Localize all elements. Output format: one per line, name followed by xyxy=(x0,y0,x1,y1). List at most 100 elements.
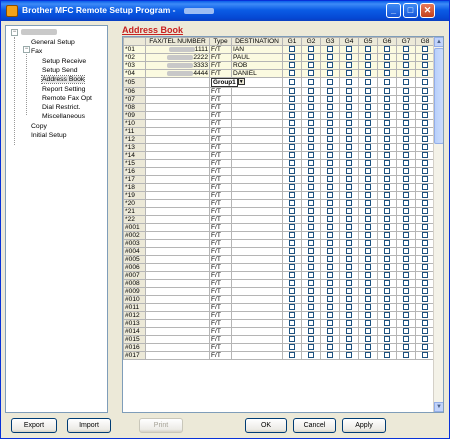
group-checkbox[interactable] xyxy=(384,240,390,247)
group-checkbox[interactable] xyxy=(365,128,371,135)
tree-item-copy[interactable]: Copy xyxy=(31,122,47,131)
destination-cell[interactable] xyxy=(231,183,283,192)
fax-number-cell[interactable] xyxy=(145,151,210,160)
type-cell[interactable]: F/T xyxy=(209,119,232,128)
destination-cell[interactable] xyxy=(231,103,283,112)
group-checkbox[interactable] xyxy=(403,280,409,287)
group-checkbox[interactable] xyxy=(403,184,409,191)
group-checkbox[interactable] xyxy=(327,312,333,319)
group-checkbox[interactable] xyxy=(308,248,314,255)
destination-cell[interactable] xyxy=(231,167,283,176)
group-checkbox[interactable] xyxy=(308,46,314,53)
group-checkbox[interactable] xyxy=(308,352,314,359)
group-checkbox[interactable] xyxy=(384,96,390,103)
fax-number-cell[interactable] xyxy=(145,287,210,296)
group-checkbox[interactable] xyxy=(365,336,371,343)
type-cell[interactable]: F/T xyxy=(209,311,232,320)
fax-number-cell[interactable] xyxy=(145,215,210,224)
destination-cell[interactable] xyxy=(231,327,283,336)
group-checkbox[interactable] xyxy=(308,54,314,61)
group-checkbox[interactable] xyxy=(346,112,352,119)
group-checkbox[interactable] xyxy=(289,144,295,151)
group-checkbox[interactable] xyxy=(289,152,295,159)
group-checkbox[interactable] xyxy=(422,184,428,191)
fax-number-cell[interactable]: 2222 xyxy=(145,53,210,62)
group-checkbox[interactable] xyxy=(384,312,390,319)
fax-number-cell[interactable] xyxy=(145,175,210,184)
group-checkbox[interactable] xyxy=(384,46,390,53)
group-checkbox[interactable] xyxy=(422,144,428,151)
fax-number-cell[interactable] xyxy=(145,127,210,136)
group-checkbox[interactable] xyxy=(365,192,371,199)
destination-cell[interactable] xyxy=(231,143,283,152)
group-checkbox[interactable] xyxy=(327,46,333,53)
group-checkbox[interactable] xyxy=(308,232,314,239)
group-checkbox[interactable] xyxy=(365,152,371,159)
type-cell[interactable]: F/T xyxy=(209,175,232,184)
fax-number-cell[interactable] xyxy=(145,95,210,104)
destination-cell[interactable] xyxy=(231,95,283,104)
group-checkbox[interactable] xyxy=(422,248,428,255)
group-checkbox[interactable] xyxy=(365,328,371,335)
group-checkbox[interactable] xyxy=(346,79,352,86)
destination-cell[interactable] xyxy=(231,159,283,168)
tree-item-setup-send[interactable]: Setup Send xyxy=(42,66,78,75)
group-checkbox[interactable] xyxy=(327,168,333,175)
group-checkbox[interactable] xyxy=(365,70,371,77)
group-checkbox[interactable] xyxy=(365,112,371,119)
group-checkbox[interactable] xyxy=(289,128,295,135)
destination-cell[interactable] xyxy=(231,223,283,232)
group-checkbox[interactable] xyxy=(327,296,333,303)
group-checkbox[interactable] xyxy=(289,264,295,271)
group-checkbox[interactable] xyxy=(346,88,352,95)
group-checkbox[interactable] xyxy=(346,46,352,53)
type-cell[interactable]: F/T xyxy=(209,223,232,232)
destination-cell[interactable] xyxy=(231,263,283,272)
group-checkbox[interactable] xyxy=(346,70,352,77)
group-checkbox[interactable] xyxy=(403,152,409,159)
group-checkbox[interactable] xyxy=(365,248,371,255)
fax-number-cell[interactable] xyxy=(145,77,210,88)
group-checkbox[interactable] xyxy=(365,320,371,327)
group-checkbox[interactable] xyxy=(422,79,428,86)
group-checkbox[interactable] xyxy=(384,62,390,69)
group-checkbox[interactable] xyxy=(289,248,295,255)
group-checkbox[interactable] xyxy=(422,328,428,335)
fax-number-cell[interactable] xyxy=(145,103,210,112)
group-checkbox[interactable] xyxy=(289,296,295,303)
group-checkbox[interactable] xyxy=(346,272,352,279)
destination-cell[interactable] xyxy=(231,135,283,144)
group-checkbox[interactable] xyxy=(365,272,371,279)
group-checkbox[interactable] xyxy=(365,79,371,86)
fax-number-cell[interactable]: 1111 xyxy=(145,45,210,54)
group-checkbox[interactable] xyxy=(327,328,333,335)
group-checkbox[interactable] xyxy=(327,184,333,191)
group-checkbox[interactable] xyxy=(403,312,409,319)
group-checkbox[interactable] xyxy=(308,128,314,135)
group-checkbox[interactable] xyxy=(384,160,390,167)
group-checkbox[interactable] xyxy=(403,232,409,239)
group-checkbox[interactable] xyxy=(289,79,295,86)
group-checkbox[interactable] xyxy=(327,62,333,69)
group-checkbox[interactable] xyxy=(384,232,390,239)
type-dropdown[interactable]: Group1 xyxy=(211,78,238,87)
group-checkbox[interactable] xyxy=(365,136,371,143)
group-checkbox[interactable] xyxy=(403,320,409,327)
fax-number-cell[interactable] xyxy=(145,223,210,232)
group-checkbox[interactable] xyxy=(365,256,371,263)
fax-number-cell[interactable] xyxy=(145,119,210,128)
group-checkbox[interactable] xyxy=(327,280,333,287)
print-button[interactable]: Print xyxy=(139,418,183,433)
type-cell[interactable]: F/T xyxy=(209,151,232,160)
fax-number-cell[interactable] xyxy=(145,199,210,208)
group-checkbox[interactable] xyxy=(289,120,295,127)
group-checkbox[interactable] xyxy=(365,144,371,151)
destination-cell[interactable] xyxy=(231,303,283,312)
type-cell[interactable]: F/T xyxy=(209,343,232,352)
group-checkbox[interactable] xyxy=(384,192,390,199)
group-checkbox[interactable] xyxy=(422,168,428,175)
group-checkbox[interactable] xyxy=(346,288,352,295)
scroll-up-icon[interactable]: ▲ xyxy=(434,37,443,47)
group-checkbox[interactable] xyxy=(327,152,333,159)
group-checkbox[interactable] xyxy=(365,46,371,53)
